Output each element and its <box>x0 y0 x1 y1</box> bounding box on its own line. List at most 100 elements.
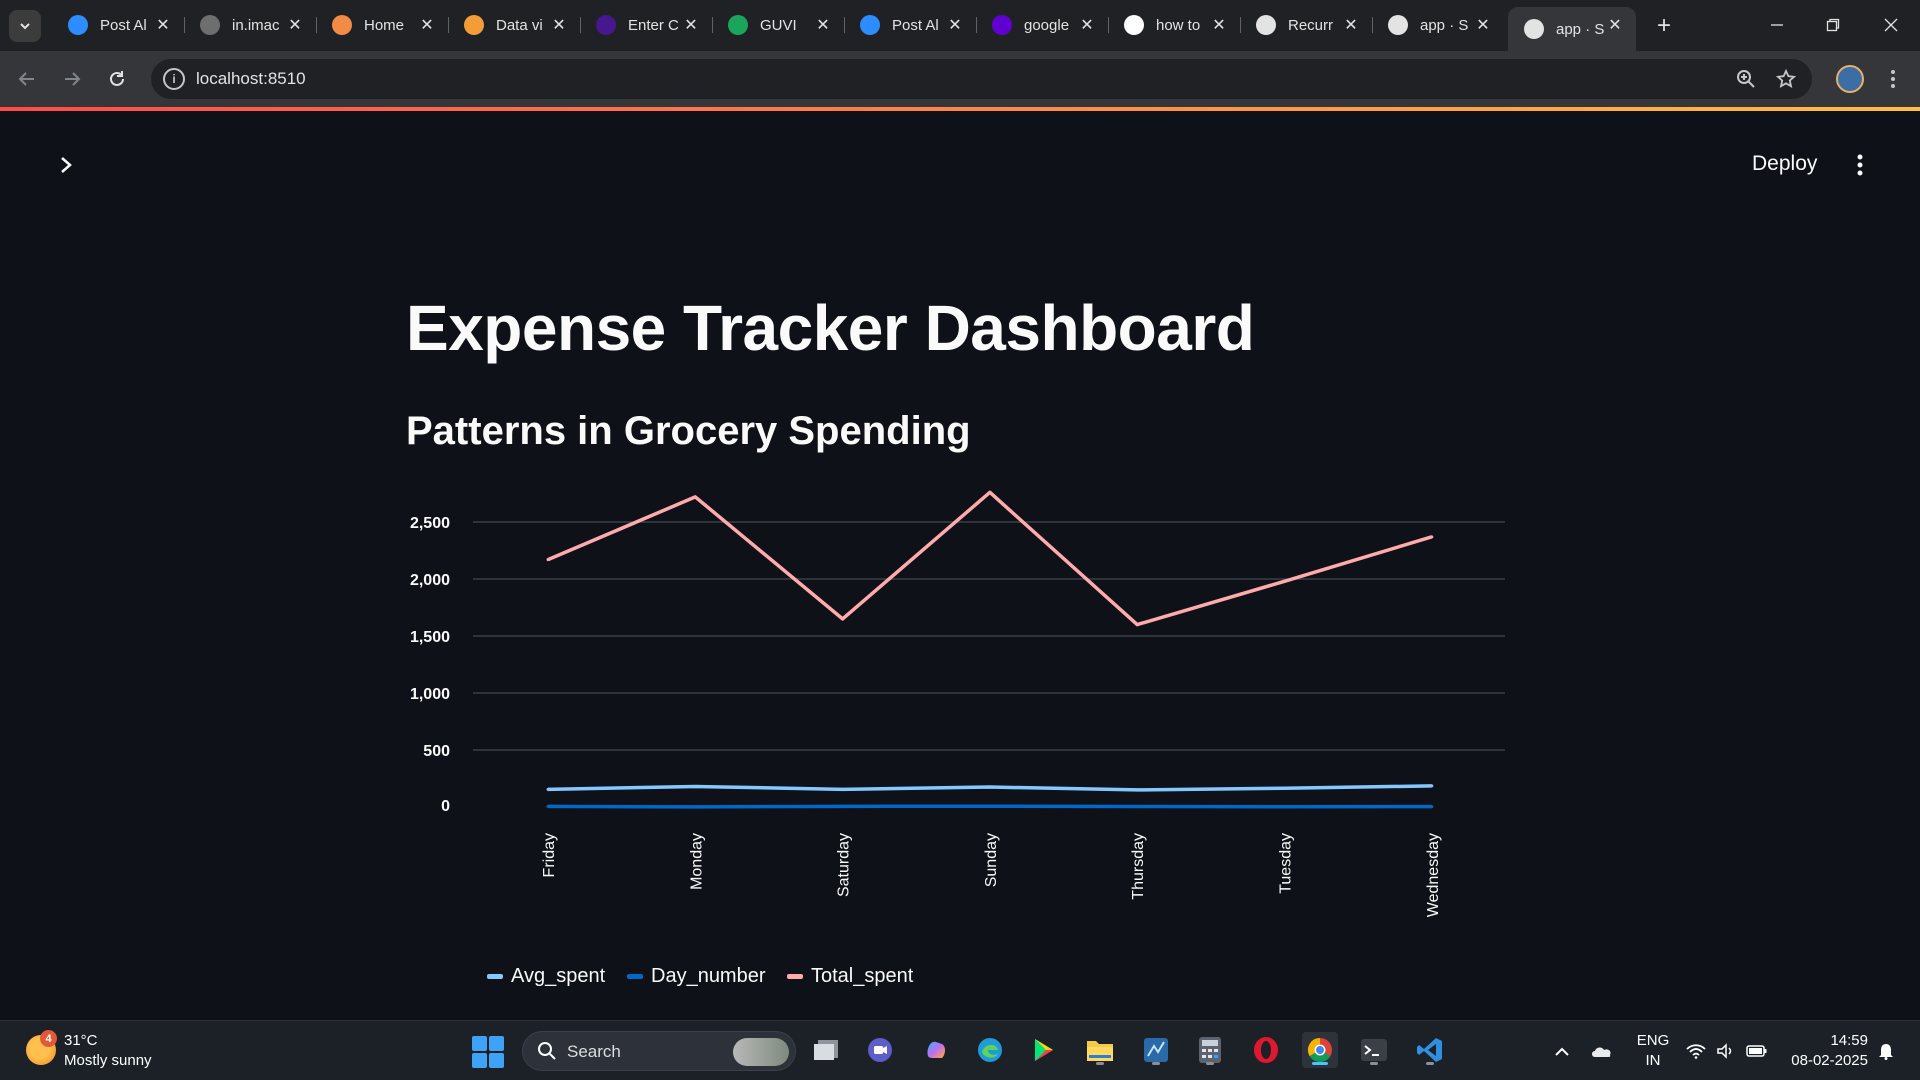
close-tab-icon[interactable]: ✕ <box>550 16 568 34</box>
restore-window-button[interactable] <box>1810 10 1856 40</box>
url-text[interactable]: localhost:8510 <box>196 69 306 89</box>
data-point[interactable] <box>1135 788 1139 792</box>
new-tab-button[interactable]: + <box>1650 12 1678 40</box>
data-point[interactable] <box>693 495 697 499</box>
start-button[interactable] <box>472 1036 504 1068</box>
data-point[interactable] <box>693 784 697 788</box>
browser-tab[interactable]: app · S ✕ <box>1508 7 1636 51</box>
data-point[interactable] <box>546 558 550 562</box>
sidebar-expand-button[interactable] <box>52 151 80 179</box>
browser-menu-button[interactable] <box>1880 65 1906 93</box>
clock-time[interactable]: 14:59 <box>1786 1032 1868 1049</box>
app-menu-button[interactable] <box>1846 151 1874 179</box>
close-tab-icon[interactable]: ✕ <box>286 16 304 34</box>
data-point[interactable] <box>1430 805 1434 809</box>
running-indicator <box>1426 1062 1434 1065</box>
browser-tab[interactable]: GUVI ✕ <box>712 7 845 43</box>
browser-tab[interactable]: Enter C ✕ <box>580 7 713 43</box>
taskbar-search[interactable]: Search <box>522 1031 796 1071</box>
tab-search-button[interactable] <box>9 10 41 42</box>
windows-logo-icon <box>472 1053 487 1068</box>
y-tick-label: 1,000 <box>410 686 450 703</box>
wifi-icon[interactable] <box>1684 1039 1708 1063</box>
data-point[interactable] <box>1283 579 1286 583</box>
taskbar-search-label: Search <box>567 1042 621 1061</box>
data-point[interactable] <box>841 804 845 808</box>
task-view-button[interactable] <box>808 1032 844 1068</box>
data-point[interactable] <box>546 787 550 791</box>
browser-tab[interactable]: Post Al ✕ <box>844 7 977 43</box>
browser-tab[interactable]: Data vi ✕ <box>448 7 581 43</box>
volume-icon[interactable] <box>1714 1039 1738 1063</box>
taskbar-app-edge[interactable] <box>972 1032 1008 1068</box>
close-tab-icon[interactable]: ✕ <box>946 16 964 34</box>
taskbar-app-copilot[interactable] <box>918 1032 954 1068</box>
data-point[interactable] <box>1430 784 1434 788</box>
browser-tab[interactable]: Recurr ✕ <box>1240 7 1373 43</box>
taskbar-app-teams[interactable] <box>862 1032 898 1068</box>
show-hidden-icons-button[interactable] <box>1550 1039 1574 1063</box>
running-indicator <box>1152 1062 1160 1065</box>
browser-tab[interactable]: google ✕ <box>976 7 1109 43</box>
notifications-bell-icon[interactable] <box>1874 1039 1898 1063</box>
zoom-icon[interactable] <box>1734 67 1758 91</box>
taskbar-app-calculator[interactable] <box>1192 1032 1228 1068</box>
taskbar-app-terminal[interactable] <box>1356 1032 1392 1068</box>
deploy-button[interactable]: Deploy <box>1740 147 1829 181</box>
close-tab-icon[interactable]: ✕ <box>1342 16 1360 34</box>
line-chart: 0 500 1,000 1,500 2,000 2,500 Friday Monday Satu… <box>410 490 1505 987</box>
taskbar-app-play-store[interactable] <box>1026 1032 1062 1068</box>
kahoot-icon <box>596 15 616 35</box>
browser-tab[interactable]: app · S ✕ <box>1372 7 1504 43</box>
site-info-icon[interactable]: i <box>163 68 185 90</box>
data-point[interactable] <box>1283 805 1286 809</box>
browser-tab[interactable]: in.imac ✕ <box>184 7 317 43</box>
minimize-icon <box>1771 24 1783 26</box>
data-point[interactable] <box>841 617 845 621</box>
data-point[interactable] <box>988 490 992 494</box>
close-tab-icon[interactable]: ✕ <box>682 16 700 34</box>
close-tab-icon[interactable]: ✕ <box>1078 16 1096 34</box>
browser-tab[interactable]: how to ✕ <box>1108 7 1241 43</box>
battery-icon[interactable] <box>1745 1039 1769 1063</box>
profile-avatar[interactable] <box>1836 65 1864 93</box>
close-tab-icon[interactable]: ✕ <box>418 16 436 34</box>
legend-label[interactable]: Avg_spent <box>511 965 606 987</box>
address-bar[interactable]: i localhost:8510 <box>151 59 1812 99</box>
reload-button[interactable] <box>101 63 133 95</box>
data-point[interactable] <box>693 805 697 809</box>
close-tab-icon[interactable]: ✕ <box>814 16 832 34</box>
data-point[interactable] <box>1135 623 1139 627</box>
legend-label[interactable]: Day_number <box>651 965 766 987</box>
clock-date[interactable]: 08-02-2025 <box>1786 1052 1868 1069</box>
language-indicator[interactable]: ENG <box>1636 1032 1670 1049</box>
data-point[interactable] <box>988 804 992 808</box>
data-point[interactable] <box>841 787 845 791</box>
taskbar-app-file-explorer[interactable] <box>1082 1032 1118 1068</box>
browser-tab[interactable]: Home ✕ <box>316 7 449 43</box>
close-tab-icon[interactable]: ✕ <box>154 16 172 34</box>
legend-label[interactable]: Total_spent <box>811 965 914 987</box>
taskbar-app-opera[interactable] <box>1248 1032 1284 1068</box>
data-point[interactable] <box>1430 535 1434 539</box>
close-tab-icon[interactable]: ✕ <box>1210 16 1228 34</box>
data-point[interactable] <box>988 785 992 789</box>
close-tab-icon[interactable]: ✕ <box>1474 16 1492 34</box>
data-point[interactable] <box>1283 786 1286 790</box>
close-tab-icon[interactable]: ✕ <box>1606 16 1624 34</box>
series-line-total-spent[interactable] <box>547 490 1433 627</box>
forward-button[interactable] <box>56 63 88 95</box>
browser-tab[interactable]: Post Al ✕ <box>52 7 185 43</box>
bookmark-star-icon[interactable] <box>1774 67 1798 91</box>
close-window-button[interactable] <box>1868 10 1914 40</box>
arrow-left-icon <box>18 72 34 86</box>
taskbar-app-mysql[interactable] <box>1138 1032 1174 1068</box>
taskbar-app-vscode[interactable] <box>1412 1032 1448 1068</box>
data-point[interactable] <box>546 804 550 808</box>
onedrive-icon[interactable] <box>1590 1039 1614 1063</box>
back-button[interactable] <box>11 63 43 95</box>
minimize-window-button[interactable] <box>1754 10 1800 40</box>
browser-tab-title: Post Al <box>100 16 147 34</box>
taskbar-app-chrome[interactable] <box>1302 1032 1338 1068</box>
data-point[interactable] <box>1135 805 1139 809</box>
